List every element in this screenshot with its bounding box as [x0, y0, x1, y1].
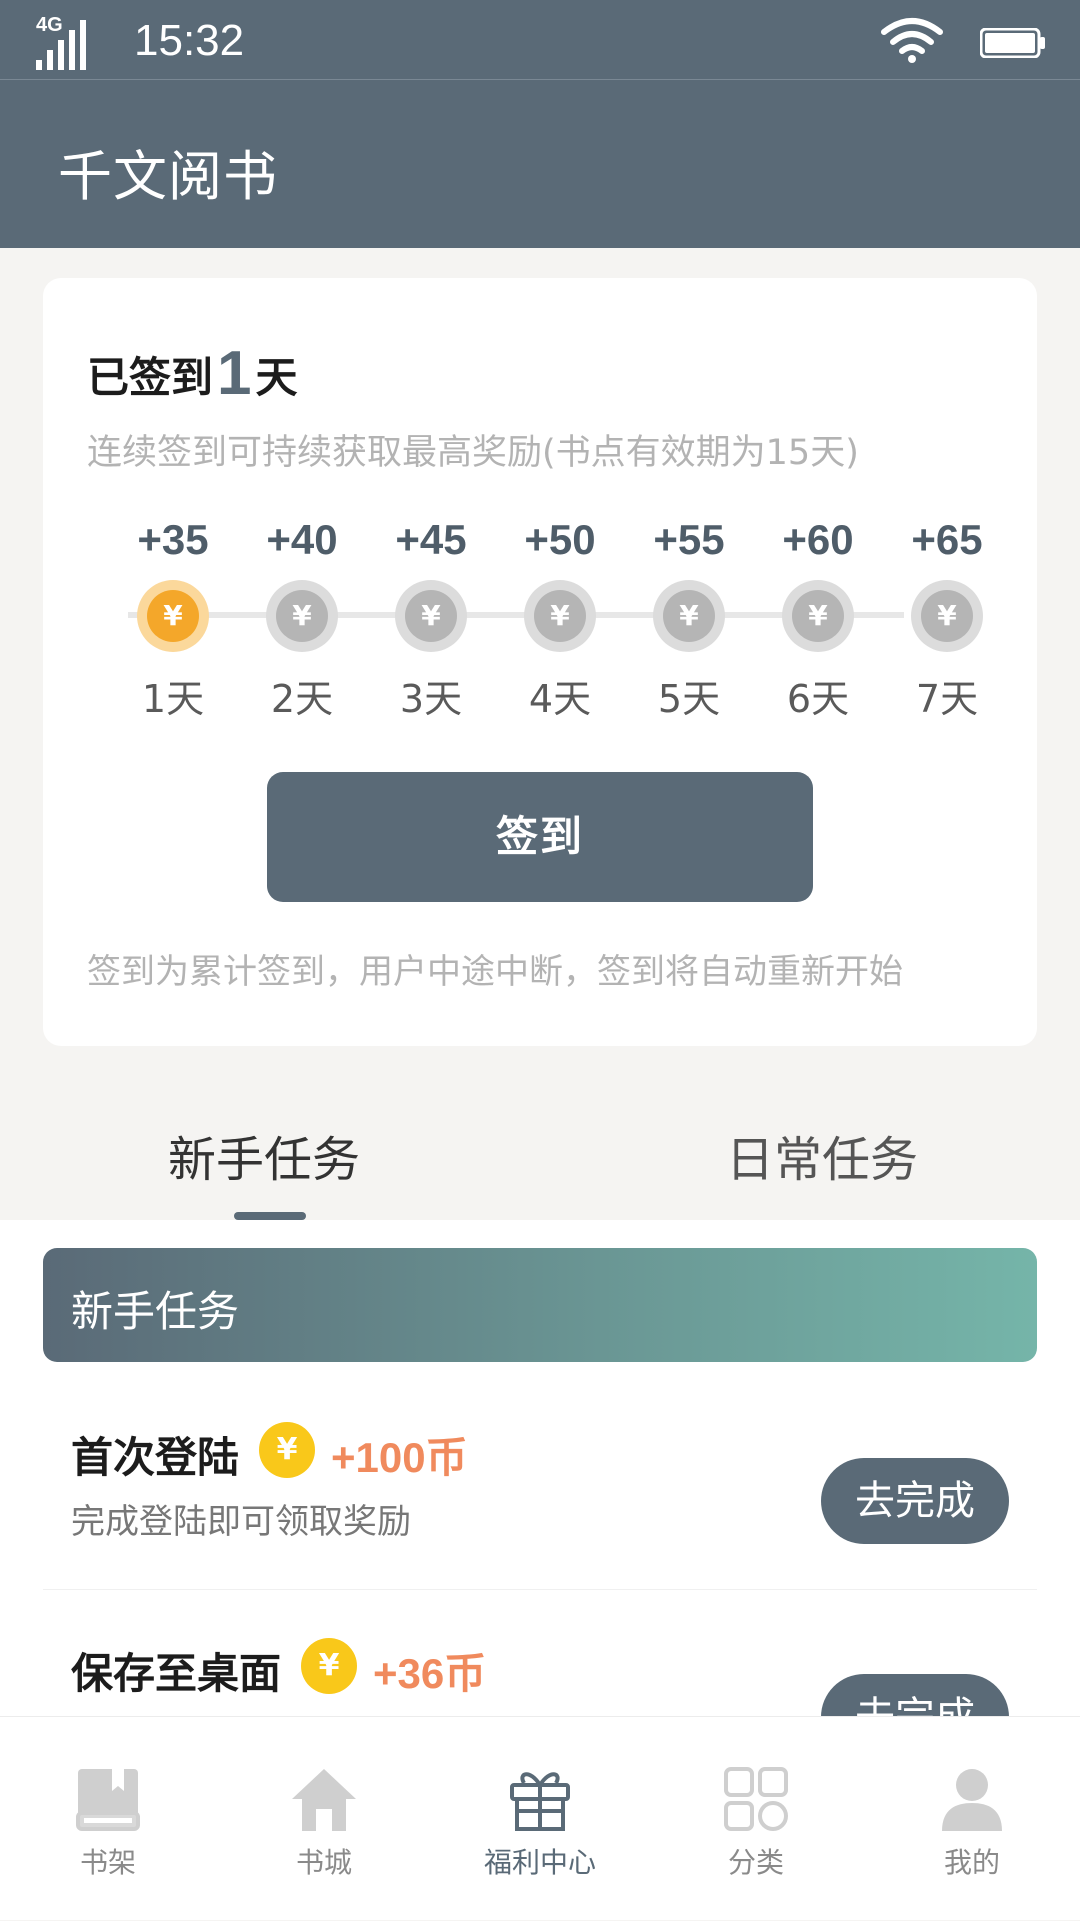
- nav-label: 书城: [295, 1846, 352, 1879]
- checkin-title-prefix: 已签到: [87, 353, 214, 402]
- task-name: 首次登陆: [71, 1433, 240, 1482]
- checkin-rewards-row: +35 ¥ 1天 +40 ¥ 2天 +45 ¥ 3天 +50 ¥ 4天 +55 …: [43, 516, 1037, 721]
- checkin-reward-amount: +55: [653, 516, 725, 563]
- checkin-reward-amount: +50: [524, 516, 596, 563]
- checkin-day-label: 1天: [141, 677, 205, 721]
- task-reward: +100币: [331, 1434, 468, 1481]
- nav-item-mine[interactable]: 我的: [864, 1717, 1080, 1921]
- bookshelf-icon: [76, 1769, 140, 1831]
- task-reward: +36币: [373, 1650, 487, 1697]
- home-icon: [292, 1769, 356, 1831]
- nav-item-welfare-center[interactable]: 福利中心: [432, 1717, 648, 1921]
- section-banner: 新手任务: [43, 1248, 1037, 1362]
- user-icon: [942, 1769, 1002, 1831]
- task-row: 首次登陆 ¥ +100币 完成登陆即可领取奖励 去完成: [43, 1376, 1037, 1590]
- checkin-reward-amount: +40: [266, 516, 338, 563]
- coin-icon: ¥: [782, 580, 854, 652]
- checkin-subtitle: 连续签到可持续获取最高奖励(书点有效期为15天): [87, 433, 859, 473]
- status-bar: 4G 15:32: [0, 0, 1080, 80]
- checkin-day-label: 4天: [528, 677, 592, 721]
- checkin-title-suffix: 天: [255, 353, 298, 402]
- nav-item-bookstore[interactable]: 书城: [216, 1717, 432, 1921]
- tasks-list: 新手任务 首次登陆 ¥ +100币 完成登陆即可领取奖励 去完成 保存至桌面 ¥…: [0, 1220, 1080, 1720]
- checkin-day-label: 3天: [399, 677, 463, 721]
- nav-label: 我的: [943, 1846, 1000, 1879]
- task-tabs: 新手任务 日常任务: [0, 1070, 1080, 1220]
- category-grid-icon: [724, 1767, 788, 1831]
- coin-icon: ¥: [266, 580, 338, 652]
- checkin-day-1: +35 ¥ 1天: [108, 516, 238, 721]
- checkin-reward-amount: +35: [137, 516, 209, 563]
- coin-icon: ¥: [395, 580, 467, 652]
- checkin-day-label: 2天: [270, 677, 334, 721]
- nav-label: 福利中心: [483, 1846, 596, 1879]
- app-header: 千文阅书: [0, 80, 1080, 248]
- battery-icon: [980, 28, 1045, 58]
- checkin-card: 已签到1天 连续签到可持续获取最高奖励(书点有效期为15天) +35 ¥ 1天 …: [43, 278, 1037, 1046]
- checkin-day-label: 5天: [657, 677, 721, 721]
- network-type: 4G: [36, 14, 63, 36]
- checkin-day-label: 7天: [915, 677, 979, 721]
- nav-item-category[interactable]: 分类: [648, 1717, 864, 1921]
- bottom-nav: 书架 书城 福利中心 分类 我的: [0, 1716, 1080, 1920]
- coin-icon: ¥: [653, 580, 725, 652]
- nav-label: 分类: [727, 1846, 784, 1879]
- nav-item-bookshelf[interactable]: 书架: [0, 1717, 216, 1921]
- coin-icon: ¥: [911, 580, 983, 652]
- checkin-days-count: 1: [217, 339, 252, 408]
- checkin-title: 已签到1天: [87, 336, 298, 408]
- checkin-day-5: +55 ¥ 5天: [624, 516, 754, 721]
- coin-icon: ¥: [259, 1422, 315, 1478]
- checkin-button[interactable]: 签到: [267, 772, 813, 902]
- coin-icon: ¥: [524, 580, 596, 652]
- checkin-day-3: +45 ¥ 3天: [366, 516, 496, 721]
- tab-daily-tasks[interactable]: 日常任务: [726, 1120, 918, 1190]
- task-description: 完成登陆即可领取奖励: [71, 1502, 411, 1542]
- coin-icon: ¥: [301, 1638, 357, 1694]
- checkin-note: 签到为累计签到，用户中途中断，签到将自动重新开始: [87, 952, 903, 992]
- wifi-icon: [881, 18, 943, 63]
- checkin-reward-amount: +60: [782, 516, 854, 563]
- nav-label: 书架: [79, 1846, 136, 1879]
- checkin-reward-amount: +45: [395, 516, 467, 563]
- checkin-day-4: +50 ¥ 4天: [495, 516, 625, 721]
- gift-icon: [510, 1772, 570, 1831]
- status-time: 15:32: [134, 16, 245, 65]
- task-name: 保存至桌面: [71, 1649, 282, 1698]
- divider: [43, 1589, 1037, 1590]
- checkin-reward-amount: +65: [911, 516, 983, 563]
- section-title: 新手任务: [71, 1287, 240, 1336]
- tab-newbie-tasks[interactable]: 新手任务: [168, 1120, 360, 1190]
- checkin-day-6: +60 ¥ 6天: [753, 516, 883, 721]
- coin-icon: ¥: [137, 580, 209, 652]
- task-complete-button[interactable]: 去完成: [821, 1458, 1009, 1544]
- task-row: 保存至桌面 ¥ +36币 操作完成即可领取奖励 去完成: [43, 1592, 1037, 1720]
- tab-active-indicator: [234, 1212, 306, 1220]
- checkin-day-7: +65 ¥ 7天: [882, 516, 1012, 721]
- app-title: 千文阅书: [58, 145, 278, 208]
- signal-icon: 4G: [36, 14, 96, 70]
- task-complete-button[interactable]: 去完成: [821, 1674, 1009, 1720]
- checkin-day-label: 6天: [786, 677, 850, 721]
- checkin-day-2: +40 ¥ 2天: [237, 516, 367, 721]
